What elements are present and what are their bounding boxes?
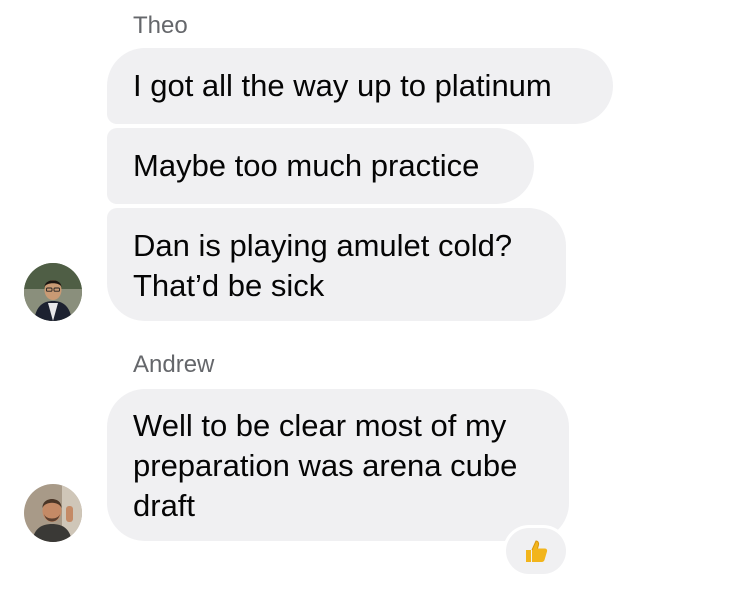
avatar-photo-andrew [24, 484, 82, 542]
message-text: Well to be clear most of my [133, 408, 507, 443]
message-text: I got all the way up to platinum [133, 68, 552, 103]
avatar[interactable] [24, 263, 82, 321]
thumbs-up-icon [526, 540, 548, 562]
message-text: draft [133, 488, 196, 523]
sender-name-theo: Theo [133, 12, 188, 39]
message-text: Dan is playing amulet cold? [133, 228, 513, 263]
message-bubble[interactable]: Maybe too much practice [107, 128, 534, 204]
reaction-badge[interactable] [506, 528, 566, 574]
message-text: That’d be sick [133, 268, 325, 303]
message-bubble[interactable]: Dan is playing amulet cold? That’d be si… [107, 208, 566, 321]
sender-name-andrew: Andrew [133, 351, 215, 378]
avatar[interactable] [24, 484, 82, 542]
message-text: Maybe too much practice [133, 148, 480, 183]
avatar-photo-theo [24, 263, 82, 321]
message-bubble[interactable]: I got all the way up to platinum [107, 48, 613, 124]
message-bubble[interactable]: Well to be clear most of my preparation … [107, 389, 569, 541]
message-text: preparation was arena cube [133, 448, 518, 483]
